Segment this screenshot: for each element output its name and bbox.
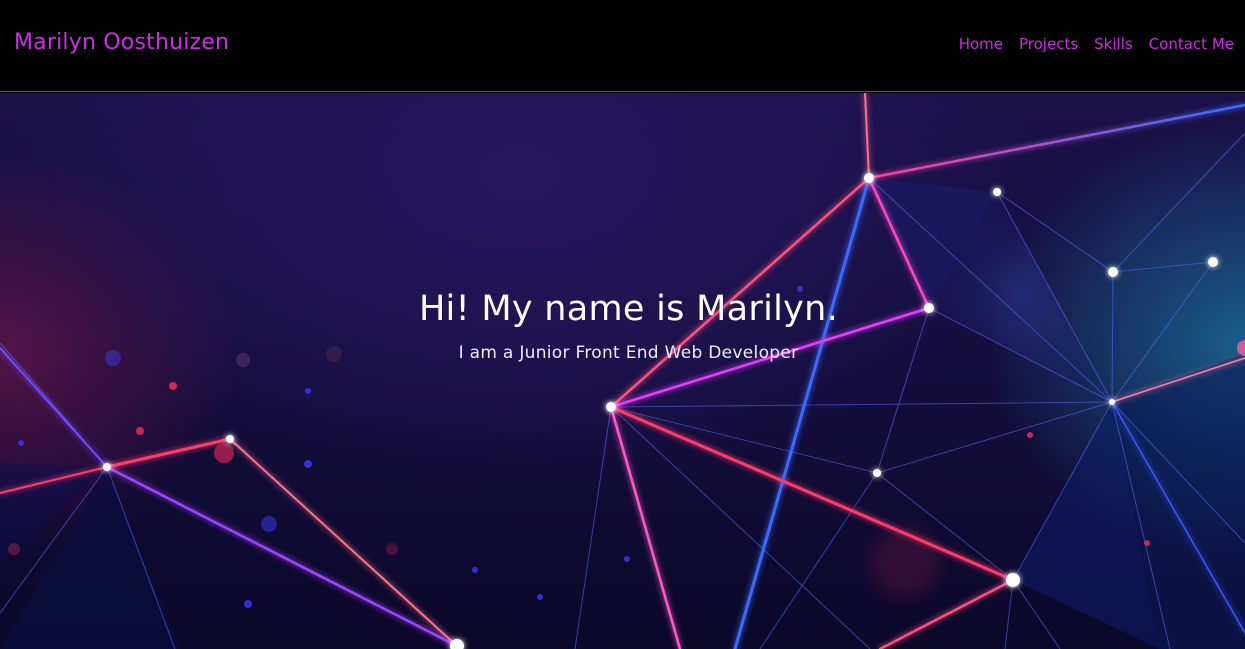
nav-link-contact[interactable]: Contact Me	[1149, 35, 1234, 53]
hero-title: Hi! My name is Marilyn.	[418, 289, 839, 329]
nav-links: Home Projects Skills Contact Me	[959, 35, 1234, 53]
nav-link-skills[interactable]: Skills	[1094, 35, 1133, 53]
brand-logo-link[interactable]: Marilyn Oosthuizen	[14, 30, 229, 55]
hero-background-network	[0, 93, 1245, 649]
nav-link-projects[interactable]: Projects	[1019, 35, 1078, 53]
nav-link-home[interactable]: Home	[959, 35, 1003, 53]
navbar: Marilyn Oosthuizen Home Projects Skills …	[0, 0, 1245, 92]
hero-subtitle: I am a Junior Front End Web Developer	[458, 343, 799, 363]
hero-text: Hi! My name is Marilyn. I am a Junior Fr…	[0, 289, 1245, 363]
hero-section: Hi! My name is Marilyn. I am a Junior Fr…	[0, 93, 1245, 649]
